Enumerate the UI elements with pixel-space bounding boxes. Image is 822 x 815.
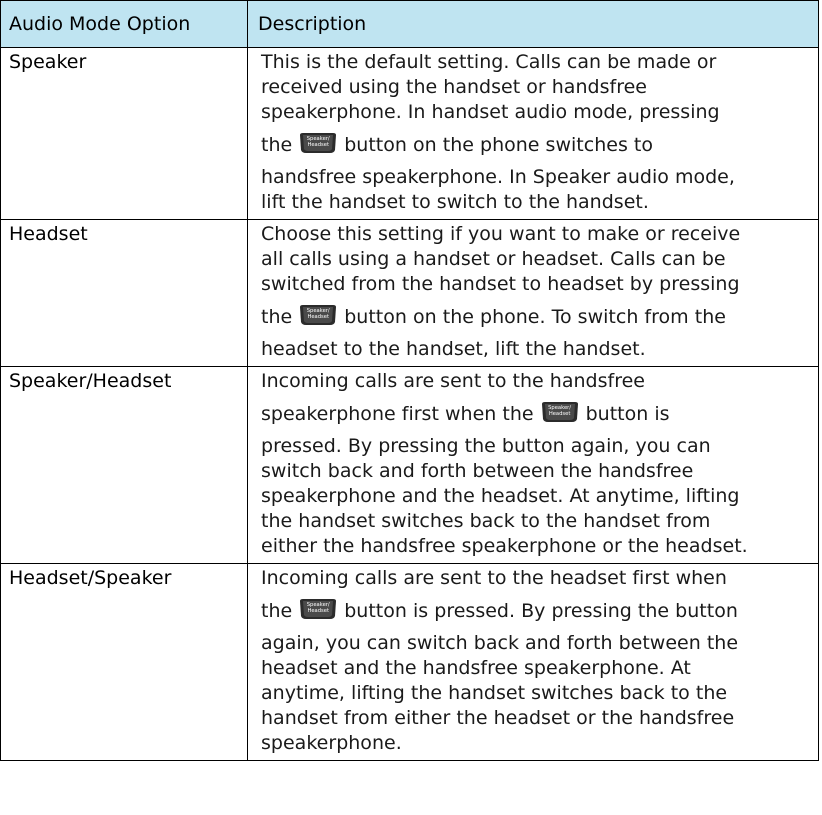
description-line: Incoming calls are sent to the handsfree (261, 370, 645, 392)
description-cell: Incoming calls are sent to the headset f… (247, 563, 819, 761)
description-line: headset to the handset, lift the handset… (261, 338, 646, 360)
description-line: pressed. By pressing the button again, y… (261, 435, 711, 457)
header-row: Audio Mode Option Description (0, 0, 819, 48)
description-line: Choose this setting if you want to make … (261, 223, 741, 245)
description-line: anytime, lifting the handset switches ba… (261, 682, 728, 704)
description-line: Incoming calls are sent to the headset f… (261, 567, 727, 589)
description-line: speakerphone and the headset. At anytime… (261, 485, 740, 507)
speaker-headset-key-icon: Speaker/Headset (298, 598, 338, 620)
description-line: lift the handset to switch to the handse… (261, 191, 649, 213)
audio-mode-table: Audio Mode Option Description Speaker Th… (0, 0, 819, 761)
description-line: switch back and forth between the handsf… (261, 460, 694, 482)
key-label-line: Headset (548, 410, 571, 417)
option-cell: Speaker (0, 47, 248, 220)
description-line: handset from either the headset or the h… (261, 707, 735, 729)
description-cell: Choose this setting if you want to make … (247, 219, 819, 367)
table-row: Speaker This is the default setting. Cal… (0, 47, 819, 220)
key-label-line: Headset (307, 141, 329, 148)
description-line: all calls using a handset or headset. Ca… (261, 248, 726, 270)
speaker-headset-key-icon: Speaker/Headset (540, 401, 580, 423)
description-line: handsfree speakerphone. In Speaker audio… (261, 166, 735, 188)
description-line: the Speaker/Headset button is pressed. By … (261, 591, 812, 631)
description-line: headset and the handsfree speakerphone. … (261, 657, 691, 679)
description-text: the (261, 600, 293, 622)
option-cell: Headset (0, 219, 248, 367)
speaker-headset-key-icon: Speaker/Headset (298, 132, 338, 154)
key-label-line: Headset (307, 607, 329, 614)
description-text: button on the phone switches to (344, 134, 654, 156)
description-line: either the handsfree speakerphone or the… (261, 535, 748, 557)
table-row: Speaker/Headset Incoming calls are sent … (0, 366, 819, 564)
option-cell: Headset/Speaker (0, 563, 248, 761)
description-line: speakerphone first when the Speaker/Heads… (261, 394, 812, 434)
description-cell: This is the default setting. Calls can b… (247, 47, 819, 220)
description-line: switched from the handset to headset by … (261, 273, 740, 295)
description-line: speakerphone. (261, 732, 402, 754)
speaker-headset-key-icon: Speaker/Headset (298, 304, 338, 326)
key-label-line: Headset (307, 313, 329, 320)
description-line: the Speaker/Headset button on the phone. T… (261, 297, 812, 337)
description-text: button is pressed. By pressing the butto… (344, 600, 738, 622)
description-line: the handset switches back to the handset… (261, 510, 711, 532)
description-line: received using the handset or handsfree (261, 76, 647, 98)
description-line: again, you can switch back and forth bet… (261, 632, 739, 654)
description-text: speakerphone first when the (261, 403, 534, 425)
description-line: This is the default setting. Calls can b… (261, 51, 717, 73)
header-description: Description (247, 0, 819, 48)
description-text: the (261, 134, 293, 156)
description-text: the (261, 306, 293, 328)
description-line: speakerphone. In handset audio mode, pre… (261, 101, 720, 123)
table-row: Headset Choose this setting if you want … (0, 219, 819, 367)
description-text: button on the phone. To switch from the (344, 306, 726, 328)
table-row: Headset/Speaker Incoming calls are sent … (0, 563, 819, 761)
header-audio-mode-option: Audio Mode Option (0, 0, 248, 48)
description-text: button is (585, 403, 670, 425)
option-cell: Speaker/Headset (0, 366, 248, 564)
description-line: the Speaker/Headset button on the phone sw… (261, 125, 812, 165)
description-cell: Incoming calls are sent to the handsfree… (247, 366, 819, 564)
